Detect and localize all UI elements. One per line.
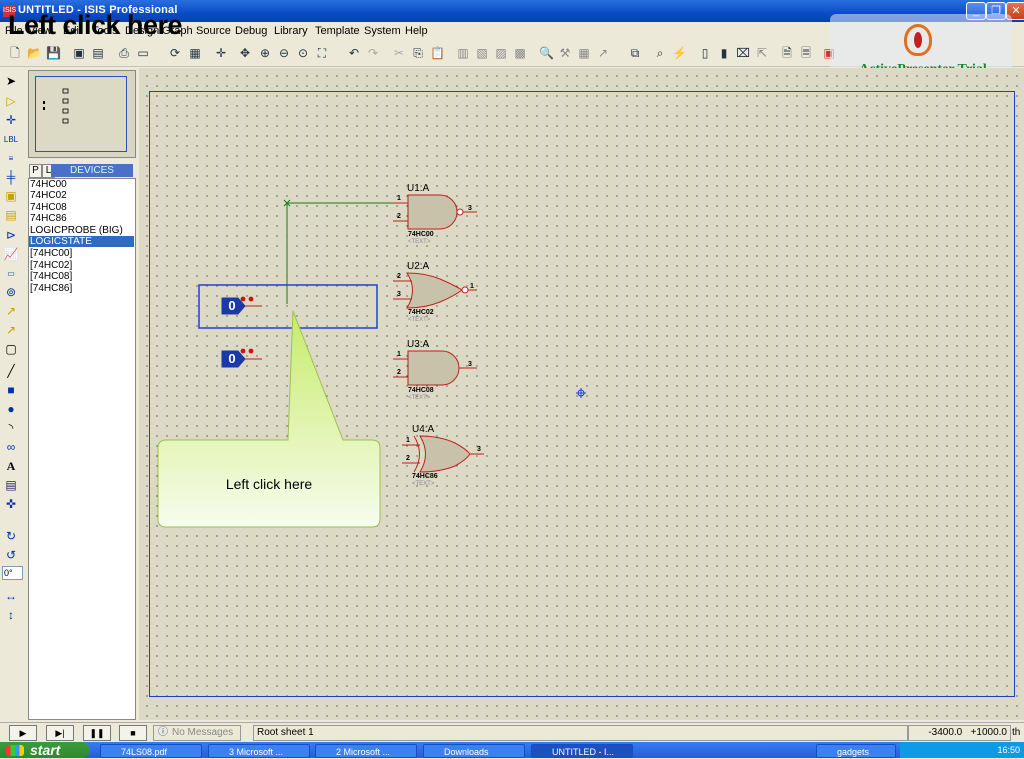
u3-pin-3: 3: [468, 361, 472, 368]
logic-state-2-value: 0: [228, 351, 236, 366]
stop-button[interactable]: ■: [119, 725, 147, 741]
task-gadgets[interactable]: gadgets: [816, 744, 896, 758]
u4-pin-1: 1: [406, 437, 410, 444]
u1-pin-2: 2: [397, 213, 401, 220]
message-area[interactable]: ⓘ No Messages: [153, 725, 241, 741]
u3-part-label: 74HC08: [408, 387, 434, 394]
u3-pin-1: 1: [397, 351, 401, 358]
u1-pin-3: 3: [468, 205, 472, 212]
gate-u1-nand[interactable]: [393, 194, 477, 230]
u4-part-label: 74HC86: [412, 473, 438, 480]
messages-label: No Messages: [172, 727, 234, 738]
u3-text-label: <TEXT>: [408, 395, 431, 401]
u4-text-label: <TEXT>: [412, 481, 435, 487]
task-74ls08-pdf[interactable]: 74LS08.pdf: [100, 744, 202, 758]
callout-balloon: [157, 310, 381, 528]
callout-text: Left click here: [225, 476, 313, 492]
sheet-status: Root sheet 1: [253, 725, 908, 741]
task-microsoft-3[interactable]: 3 Microsoft ...: [208, 744, 310, 758]
coordinates-display: -3400.0 +1000.0: [908, 725, 1011, 741]
cursor-crosshair-icon: [576, 388, 586, 398]
u2-text-label: <TEXT>: [408, 317, 431, 323]
u3-pin-2: 2: [397, 369, 401, 376]
u2-pin-2: 2: [397, 273, 401, 280]
play-button[interactable]: ▶: [9, 725, 37, 741]
u4-pin-2: 2: [406, 455, 410, 462]
task-microsoft-2[interactable]: 2 Microsoft ...: [315, 744, 417, 758]
pause-button[interactable]: ❚❚: [83, 725, 111, 741]
u2-ref-label: U2:A: [407, 261, 430, 272]
windows-logo-icon: [6, 745, 24, 756]
wire[interactable]: [286, 202, 398, 304]
u4-ref-label: U4:A: [412, 424, 435, 435]
system-tray: 16:50: [900, 742, 1024, 758]
u1-pin-1: 1: [397, 195, 401, 202]
step-button[interactable]: ▶|: [46, 725, 74, 741]
task-downloads[interactable]: Downloads: [423, 744, 525, 758]
units-label: th: [1012, 727, 1021, 738]
task-untitled-isis[interactable]: UNTITLED - I...: [531, 744, 633, 758]
u1-part-label: 74HC00: [408, 231, 434, 238]
logic-state-1-value: 0: [228, 298, 236, 313]
gate-u4-xor[interactable]: [402, 435, 484, 473]
gate-u3-and[interactable]: [393, 350, 477, 386]
u4-pin-3: 3: [477, 446, 481, 453]
u2-pin-3: 3: [397, 291, 401, 298]
u1-ref-label: U1:A: [407, 183, 430, 194]
gate-u2-nor[interactable]: [393, 272, 477, 309]
clock[interactable]: 16:50: [997, 745, 1020, 755]
u2-part-label: 74HC02: [408, 309, 434, 316]
schematic-drawing: [157, 194, 586, 528]
u2-pin-1: 1: [470, 283, 474, 290]
u1-text-label: <TEXT>: [408, 239, 431, 245]
info-icon: ⓘ: [158, 727, 168, 738]
u3-ref-label: U3:A: [407, 339, 430, 350]
